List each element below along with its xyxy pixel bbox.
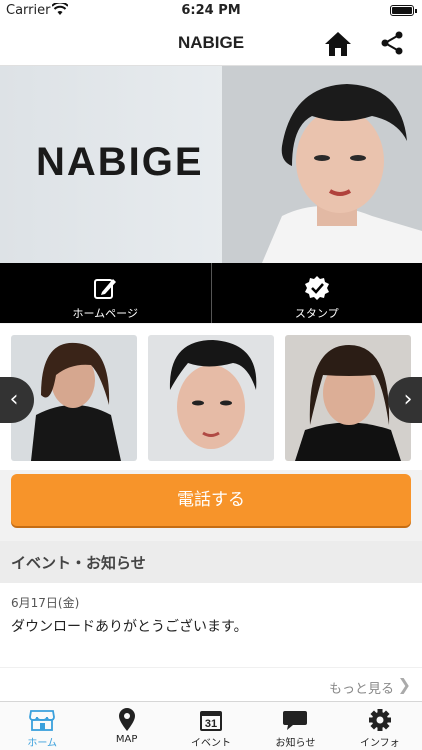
news-date: 6月17日(金) [11,596,80,610]
photo-gallery [0,324,422,470]
hero-model-photo [222,66,422,263]
store-icon [29,710,56,731]
homepage-button[interactable]: ホームページ [0,263,211,323]
homepage-label: ホームページ [72,307,138,320]
stamp-check-icon [304,276,329,300]
stamp-label: スタンプ [294,307,339,320]
gear-icon [368,709,391,731]
see-more-link[interactable]: もっと見る ❯ [0,667,422,701]
news-text: ダウンロードありがとうございます。 [11,619,248,635]
edit-page-icon [94,279,117,299]
events-section-heading: イベント・お知らせ [0,541,422,583]
tab-news-label: お知らせ [275,738,316,749]
home-icon[interactable] [324,30,352,58]
chevron-right-icon: ❯ [397,675,411,694]
page-title: NABIGE [177,33,245,52]
battery-icon [390,5,417,16]
see-more-label: もっと見る [328,682,394,697]
tab-info-label: インフォ [359,738,400,749]
tab-bar: ホーム MAP 31 イベント お知らせ インフォ [0,701,422,750]
stamp-button[interactable]: スタンプ [210,263,422,323]
speech-bubble-icon [283,711,308,730]
tab-map[interactable]: MAP [84,702,168,750]
calendar-day-number: 31 [205,718,217,730]
hero-brand-logo: NABIGE [36,140,204,184]
tab-events-label: イベント [191,738,232,749]
share-icon[interactable] [380,31,404,55]
nav-bar: NABIGE [0,22,422,66]
tab-map-label: MAP [115,734,138,745]
news-list-item[interactable]: 6月17日(金) ダウンロードありがとうございます。 [0,583,422,667]
call-button[interactable]: 電話する [11,474,411,526]
status-bar: Carrier 6:24 PM [0,0,422,22]
map-pin-icon [118,708,135,731]
tab-home-label: ホーム [27,738,58,749]
gallery-photo[interactable] [148,335,274,461]
tab-info[interactable]: インフォ [338,702,422,750]
calendar-icon: 31 [200,711,223,731]
hero-banner: NABIGE [0,66,422,263]
tab-news[interactable]: お知らせ [253,702,337,750]
tab-events[interactable]: 31 イベント [169,702,253,750]
action-bar: ホームページ スタンプ [0,263,422,323]
clock: 6:24 PM [181,3,241,18]
tab-home[interactable]: ホーム [0,702,84,750]
